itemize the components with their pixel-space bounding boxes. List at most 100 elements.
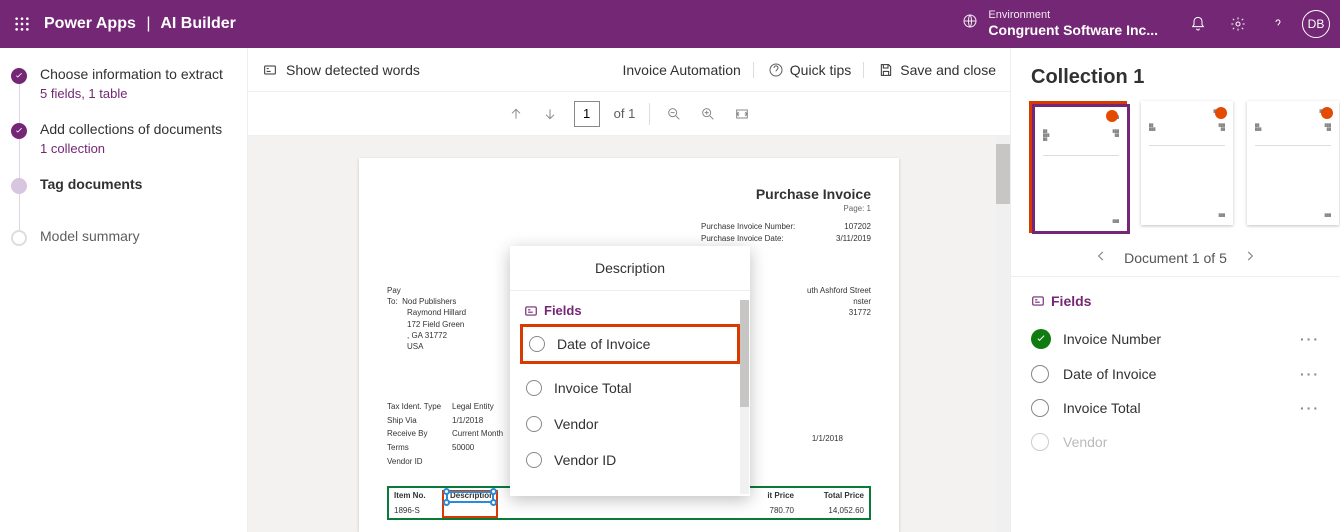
brand-main: Power Apps	[44, 15, 136, 32]
page-of-label: of 1	[614, 106, 636, 121]
env-label: Environment	[988, 9, 1158, 22]
popup-title: Description	[510, 246, 750, 291]
show-detected-words-button[interactable]: Show detected words	[262, 62, 420, 78]
field-vendor[interactable]: Vendor	[1031, 425, 1332, 459]
pager-label: Document 1 of 5	[1124, 250, 1227, 266]
field-label: Invoice Number	[1063, 331, 1161, 347]
fit-width-icon[interactable]	[732, 104, 752, 124]
check-icon	[11, 68, 27, 84]
page-number-input[interactable]	[574, 101, 600, 127]
field-invoice-number[interactable]: Invoice Number ···	[1031, 321, 1332, 357]
step-title: Tag documents	[40, 176, 237, 192]
document-pager: Document 1 of 5	[1011, 233, 1340, 276]
more-icon[interactable]: ···	[1300, 400, 1320, 416]
save-and-close-button[interactable]: Save and close	[878, 62, 996, 78]
document-editor: Show detected words Invoice Automation Q…	[248, 48, 1010, 532]
check-circle-icon	[1031, 329, 1051, 349]
pending-step-icon	[11, 230, 27, 246]
fields-list: Fields Invoice Number ··· Date of Invoic…	[1011, 277, 1340, 459]
check-icon	[11, 123, 27, 139]
doc-title: Purchase Invoice	[387, 186, 871, 202]
chevron-right-icon[interactable]	[1243, 249, 1257, 266]
field-label: Vendor ID	[554, 452, 616, 468]
radio-icon	[526, 416, 542, 432]
collection-panel: Collection 1 ██ ███ ████████████ ███ ██ …	[1010, 48, 1340, 532]
popup-scrollbar[interactable]	[740, 300, 749, 494]
cmd-label: Save and close	[900, 62, 996, 78]
cmd-label: Quick tips	[790, 62, 851, 78]
step-title: Add collections of documents	[40, 121, 237, 137]
cmd-label: Show detected words	[286, 62, 420, 78]
doc-right-date: 1/1/2018	[812, 434, 843, 443]
arrow-up-icon[interactable]	[506, 104, 526, 124]
viewer-toolbar: of 1	[248, 92, 1010, 136]
env-name: Congruent Software Inc...	[988, 22, 1158, 39]
chevron-left-icon[interactable]	[1094, 249, 1108, 266]
untagged-dot-icon	[1321, 107, 1333, 119]
zoom-out-icon[interactable]	[664, 104, 684, 124]
notifications-icon[interactable]	[1178, 0, 1218, 48]
step-title: Choose information to extract	[40, 66, 237, 82]
avatar-initials: DB	[1308, 17, 1325, 31]
untagged-dot-icon	[1215, 107, 1227, 119]
radio-icon	[526, 452, 542, 468]
field-label: Vendor	[1063, 434, 1107, 450]
active-step-icon	[11, 178, 27, 194]
arrow-down-icon[interactable]	[540, 104, 560, 124]
thumb-2[interactable]: ██ ███ ██████████ ███	[1141, 101, 1233, 233]
field-label: Date of Invoice	[1063, 366, 1156, 382]
untagged-dot-icon	[1106, 110, 1118, 122]
field-label: Date of Invoice	[557, 336, 650, 352]
fields-section-title: Fields	[1031, 293, 1332, 309]
step-title: Model summary	[40, 228, 237, 244]
field-tag-popup: Description Fields Date of Invoice Invoi…	[510, 246, 750, 496]
brand-sub: AI Builder	[160, 15, 236, 32]
project-name: Invoice Automation	[623, 62, 754, 78]
brand-title: Power Apps | AI Builder	[44, 15, 236, 33]
globe-icon	[962, 13, 978, 34]
radio-icon	[529, 336, 545, 352]
selection-box[interactable]	[446, 491, 494, 503]
command-bar: Show detected words Invoice Automation Q…	[248, 48, 1010, 92]
popup-field-date-of-invoice[interactable]: Date of Invoice	[523, 327, 737, 361]
popup-field-vendor-id[interactable]: Vendor ID	[510, 442, 750, 478]
collection-title: Collection 1	[1011, 48, 1340, 101]
field-label: Invoice Total	[1063, 400, 1141, 416]
doc-page-num: Page: 1	[387, 204, 871, 213]
settings-icon[interactable]	[1218, 0, 1258, 48]
radio-icon	[526, 380, 542, 396]
step-tag-documents[interactable]: Tag documents	[40, 176, 237, 192]
step-choose-info[interactable]: Choose information to extract 5 fields, …	[40, 66, 237, 101]
field-label: Vendor	[554, 416, 598, 432]
highlight-date-of-invoice: Date of Invoice	[520, 324, 740, 364]
doc-meta: Purchase Invoice Number:107202 Purchase …	[387, 221, 871, 245]
user-avatar[interactable]: DB	[1302, 10, 1330, 38]
thumb-3[interactable]: ██ ███ ██████████ ███	[1247, 101, 1339, 233]
popup-section-fields: Fields	[510, 291, 750, 324]
field-date-of-invoice[interactable]: Date of Invoice ···	[1031, 357, 1332, 391]
step-subtitle: 1 collection	[40, 141, 237, 156]
popup-field-vendor[interactable]: Vendor	[510, 406, 750, 442]
radio-icon	[1031, 399, 1049, 417]
document-thumbnails: ██ ███ ████████████ ███ ██ ███ █████████…	[1011, 101, 1340, 233]
vertical-scrollbar[interactable]	[996, 136, 1010, 532]
document-canvas[interactable]: Purchase Invoice Page: 1 Purchase Invoic…	[248, 136, 1010, 532]
field-invoice-total[interactable]: Invoice Total ···	[1031, 391, 1332, 425]
top-bar: Power Apps | AI Builder Environment Cong…	[0, 0, 1340, 48]
zoom-in-icon[interactable]	[698, 104, 718, 124]
step-model-summary[interactable]: Model summary	[40, 228, 237, 244]
wizard-steps: Choose information to extract 5 fields, …	[0, 48, 248, 532]
environment-picker[interactable]: Environment Congruent Software Inc...	[962, 9, 1158, 39]
radio-icon	[1031, 433, 1049, 451]
field-label: Invoice Total	[554, 380, 632, 396]
thumb-1-selected[interactable]: ██ ███ ████████████ ███	[1029, 101, 1127, 233]
help-icon[interactable]	[1258, 0, 1298, 48]
popup-field-invoice-total[interactable]: Invoice Total	[510, 370, 750, 406]
quick-tips-button[interactable]: Quick tips	[768, 62, 864, 78]
app-launcher-icon[interactable]	[10, 12, 34, 36]
step-add-collections[interactable]: Add collections of documents 1 collectio…	[40, 121, 237, 156]
step-subtitle: 5 fields, 1 table	[40, 86, 237, 101]
radio-icon	[1031, 365, 1049, 383]
more-icon[interactable]: ···	[1300, 331, 1320, 347]
more-icon[interactable]: ···	[1300, 366, 1320, 382]
